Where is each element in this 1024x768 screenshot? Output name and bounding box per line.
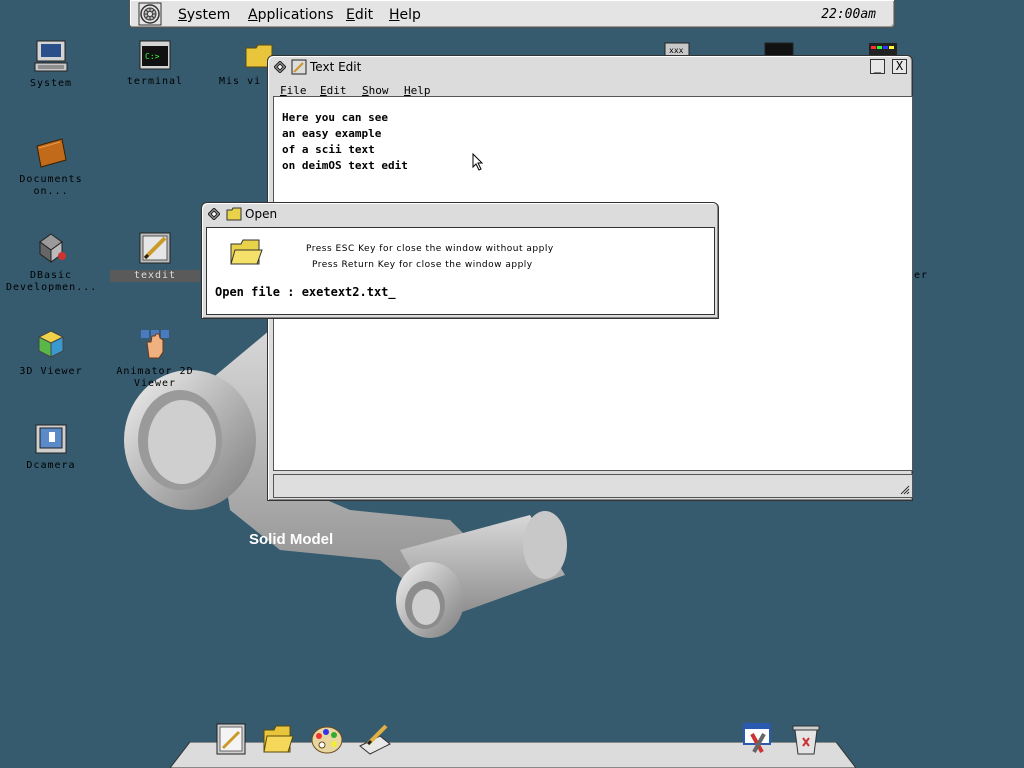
desktop-icon-label: 3D Viewer xyxy=(19,366,83,377)
desktop-icon-label: terminal xyxy=(126,76,184,87)
text-editor-icon xyxy=(139,232,171,264)
clock: 22:00am xyxy=(821,7,876,22)
open-dialog-titlebar[interactable]: Open xyxy=(202,203,718,225)
animator-hand-icon xyxy=(141,330,169,359)
status-bar xyxy=(273,474,913,498)
svg-text:C:>: C:> xyxy=(145,52,160,61)
hidden-app-icon: xxx xyxy=(664,42,690,56)
text-edit-titlebar[interactable]: Text Edit _ X xyxy=(268,56,912,78)
text-line: on deimOS text edit xyxy=(282,159,408,172)
dbasic-icon xyxy=(39,233,66,263)
desktop-icon-3d-viewer[interactable]: 3D Viewer xyxy=(6,328,96,378)
document-icon xyxy=(291,59,307,75)
text-line: of a scii text xyxy=(282,143,375,156)
folder-icon[interactable] xyxy=(262,722,294,756)
cube-3d-icon xyxy=(37,330,65,358)
hint-esc: Press ESC Key for close the window witho… xyxy=(306,244,554,254)
open-file-input[interactable]: Open file : exetext2.txt_ xyxy=(215,285,396,299)
dialog-title: Open xyxy=(245,207,278,221)
desktop-icon-documents[interactable]: Documents on... xyxy=(6,136,96,198)
window-title: Text Edit xyxy=(310,60,362,74)
desktop-icon-label: texdit xyxy=(110,270,200,282)
hidden-monitor-icon xyxy=(764,42,794,56)
desktop-icon-animator-2d[interactable]: Animator 2D Viewer xyxy=(110,328,200,390)
desktop-icon-dcamera[interactable]: Dcamera xyxy=(6,424,96,472)
open-dialog[interactable]: Open Press ESC Key for close the window … xyxy=(201,202,719,319)
svg-text:xxx: xxx xyxy=(669,46,684,55)
settings-icon[interactable] xyxy=(742,722,774,756)
solid-model-label: Solid Model xyxy=(249,531,334,548)
close-button[interactable]: X xyxy=(892,59,907,74)
desktop-icon-texdit[interactable]: texdit xyxy=(110,232,200,282)
open-folder-icon xyxy=(230,239,263,265)
desktop-icon-label: DBasic Developmen... xyxy=(6,270,98,293)
top-menubar: System Applications Edit Help 22:00am xyxy=(129,0,895,28)
paint-palette-icon[interactable] xyxy=(310,722,344,756)
terminal-icon: C:> xyxy=(139,40,171,70)
folder-icon xyxy=(226,207,242,221)
pen-tablet-icon[interactable] xyxy=(358,722,392,756)
system-logo-icon[interactable] xyxy=(138,2,162,26)
text-line: an easy example xyxy=(282,127,382,140)
desktop-icon-label: System xyxy=(29,78,73,89)
camera-icon xyxy=(35,424,67,454)
menu-applications[interactable]: Applications xyxy=(248,7,334,23)
window-menu-diamond-icon[interactable] xyxy=(274,61,286,73)
menu-edit[interactable]: Edit xyxy=(346,7,373,23)
open-dialog-body: Press ESC Key for close the window witho… xyxy=(206,227,715,315)
menu-help[interactable]: Help xyxy=(389,7,421,23)
minimize-button[interactable]: _ xyxy=(870,59,885,74)
desktop-icon-dbasic[interactable]: DBasic Developmen... xyxy=(6,232,96,294)
notepad-icon[interactable] xyxy=(215,722,247,756)
computer-icon xyxy=(34,40,68,72)
partial-desktop-label: er xyxy=(914,270,929,281)
trash-icon[interactable] xyxy=(790,722,822,756)
desktop-icon-label: Documents on... xyxy=(19,174,83,197)
hint-return: Press Return Key for close the window ap… xyxy=(312,260,533,270)
desktop-icon-label: Dcamera xyxy=(26,460,76,471)
desktop-icon-label: Animator 2D Viewer xyxy=(116,366,194,389)
hidden-color-bars-icon xyxy=(869,43,897,56)
text-line: Here you can see xyxy=(282,111,388,124)
menu-system[interactable]: System xyxy=(178,7,230,23)
mouse-cursor-icon xyxy=(472,153,484,171)
window-menu-diamond-icon[interactable] xyxy=(208,208,220,220)
desktop-icon-system[interactable]: System xyxy=(6,40,96,90)
desktop-icon-terminal[interactable]: C:> terminal xyxy=(110,40,200,88)
documents-folder-icon xyxy=(36,138,67,168)
resize-grip-icon[interactable] xyxy=(900,485,910,495)
